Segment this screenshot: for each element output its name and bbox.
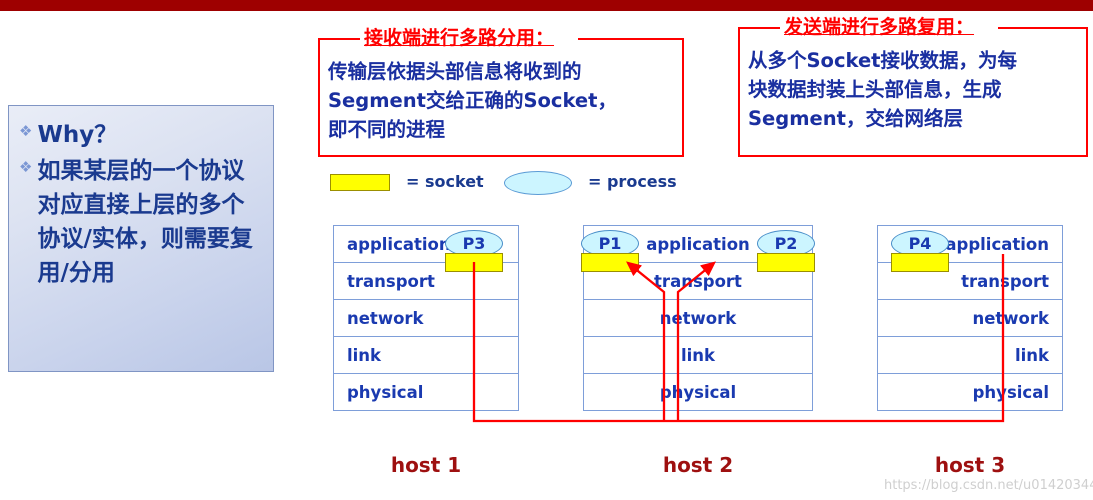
callout-body: 传输层依据头部信息将收到的 Segment交给正确的Socket， 即不同的进程 [328,60,617,141]
layer-physical: physical [334,374,518,411]
host-1-label: host 1 [390,453,462,477]
layer-physical: physical [584,374,812,411]
why-list: ❖ Why？ ❖ 如果某层的一个协议对应直接上层的多个协议/实体，则需要复用/分… [9,106,273,290]
legend: = socket = process [330,170,690,198]
list-item: ❖ 如果某层的一个协议对应直接上层的多个协议/实体，则需要复用/分用 [19,154,267,290]
callout-body: 从多个Socket接收数据，为每 块数据封装上头部信息，生成 Segment，交… [748,49,1017,130]
socket-p3 [445,253,503,272]
socket-p4 [891,253,949,272]
multiplexing-callout: 发送端进行多路复用： 从多个Socket接收数据，为每 块数据封装上头部信息，生… [738,16,1088,157]
socket-swatch-icon [330,174,390,191]
diamond-bullet-icon: ❖ [19,122,33,140]
layer-network: network [334,300,518,337]
callout-title: 接收端进行多路分用： [364,27,555,49]
why-panel: ❖ Why？ ❖ 如果某层的一个协议对应直接上层的多个协议/实体，则需要复用/分… [8,105,274,372]
watermark: https://blog.csdn.net/u014203449 [884,478,1093,493]
layer-network: network [878,300,1062,337]
layer-link: link [334,337,518,374]
diamond-bullet-icon: ❖ [19,158,33,176]
layer-network: network [584,300,812,337]
process-legend-label: = process [588,172,677,191]
demultiplexing-callout: 接收端进行多路分用： 传输层依据头部信息将收到的 Segment交给正确的Soc… [318,27,684,157]
why-item-label: Why？ [37,122,118,148]
top-decorative-band [0,0,1093,11]
process-swatch-icon [504,171,572,195]
layer-physical: physical [878,374,1062,411]
layer-link: link [878,337,1062,374]
host-3-label: host 3 [934,453,1006,477]
socket-p2 [757,253,815,272]
list-item: ❖ Why？ [19,118,267,152]
host-2-label: host 2 [662,453,734,477]
why-item-label: 如果某层的一个协议对应直接上层的多个协议/实体，则需要复用/分用 [37,158,253,286]
socket-p1 [581,253,639,272]
layer-link: link [584,337,812,374]
callout-title: 发送端进行多路复用： [784,16,975,38]
socket-legend-label: = socket [406,172,484,191]
